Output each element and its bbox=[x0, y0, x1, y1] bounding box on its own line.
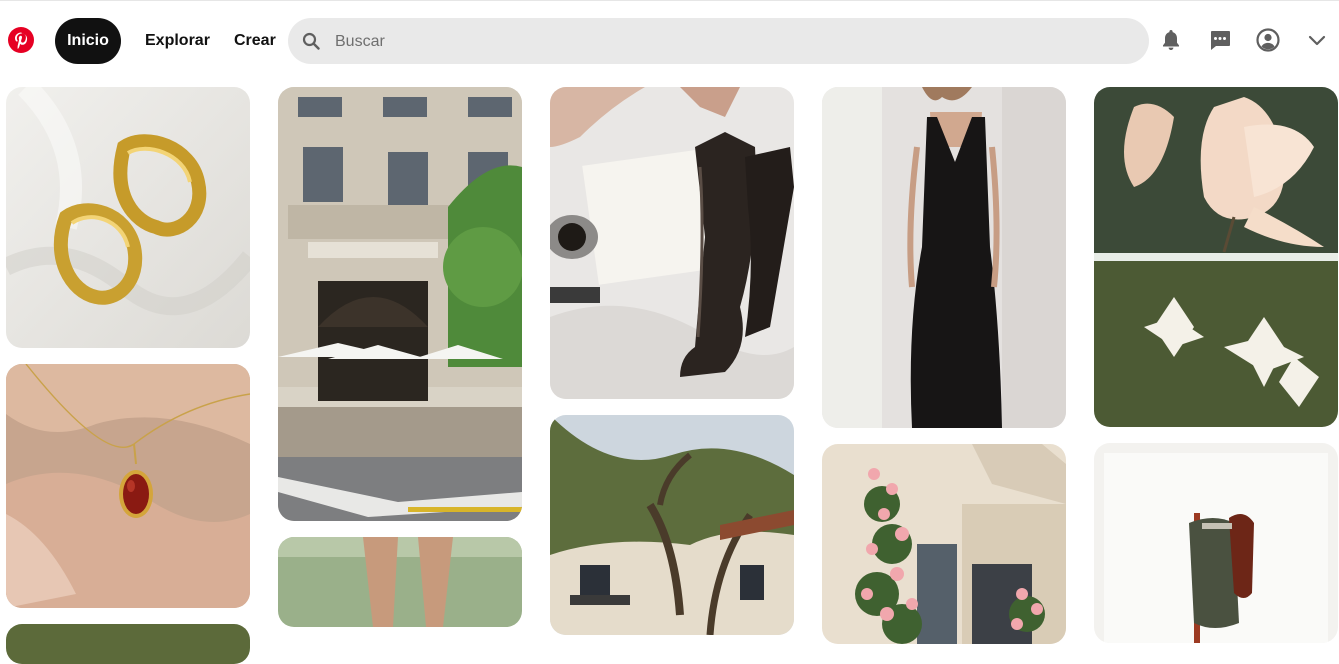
search-bar[interactable] bbox=[288, 18, 1149, 66]
messages-icon[interactable] bbox=[1208, 28, 1232, 52]
pin-ralph-lauren-store[interactable] bbox=[278, 87, 522, 521]
pin-black-boots[interactable] bbox=[550, 87, 794, 399]
profile-icon[interactable] bbox=[1256, 28, 1280, 52]
pinterest-logo-icon[interactable] bbox=[8, 27, 34, 53]
search-input[interactable] bbox=[333, 18, 1127, 66]
pin-magnolia-flowers[interactable] bbox=[1094, 87, 1338, 427]
pin-red-pendant[interactable] bbox=[6, 364, 250, 608]
search-icon bbox=[302, 32, 320, 55]
pin-rose-facade[interactable] bbox=[822, 444, 1066, 644]
pin-black-dress[interactable] bbox=[822, 87, 1066, 428]
bell-icon[interactable] bbox=[1159, 28, 1183, 52]
chevron-down-icon[interactable] bbox=[1305, 28, 1329, 52]
nav-explore-button[interactable]: Explorar bbox=[133, 18, 222, 64]
pin-column-1-next[interactable] bbox=[6, 624, 250, 664]
nav-home-button[interactable]: Inicio bbox=[55, 18, 121, 64]
nav-create-button[interactable]: Crear bbox=[222, 18, 288, 64]
pin-tree-courtyard[interactable] bbox=[550, 415, 794, 635]
header: Inicio Explorar Crear bbox=[0, 1, 1339, 79]
pin-sunglasses[interactable] bbox=[1094, 443, 1338, 643]
pin-legs-photo[interactable] bbox=[278, 537, 522, 627]
pin-gold-earrings[interactable] bbox=[6, 87, 250, 348]
